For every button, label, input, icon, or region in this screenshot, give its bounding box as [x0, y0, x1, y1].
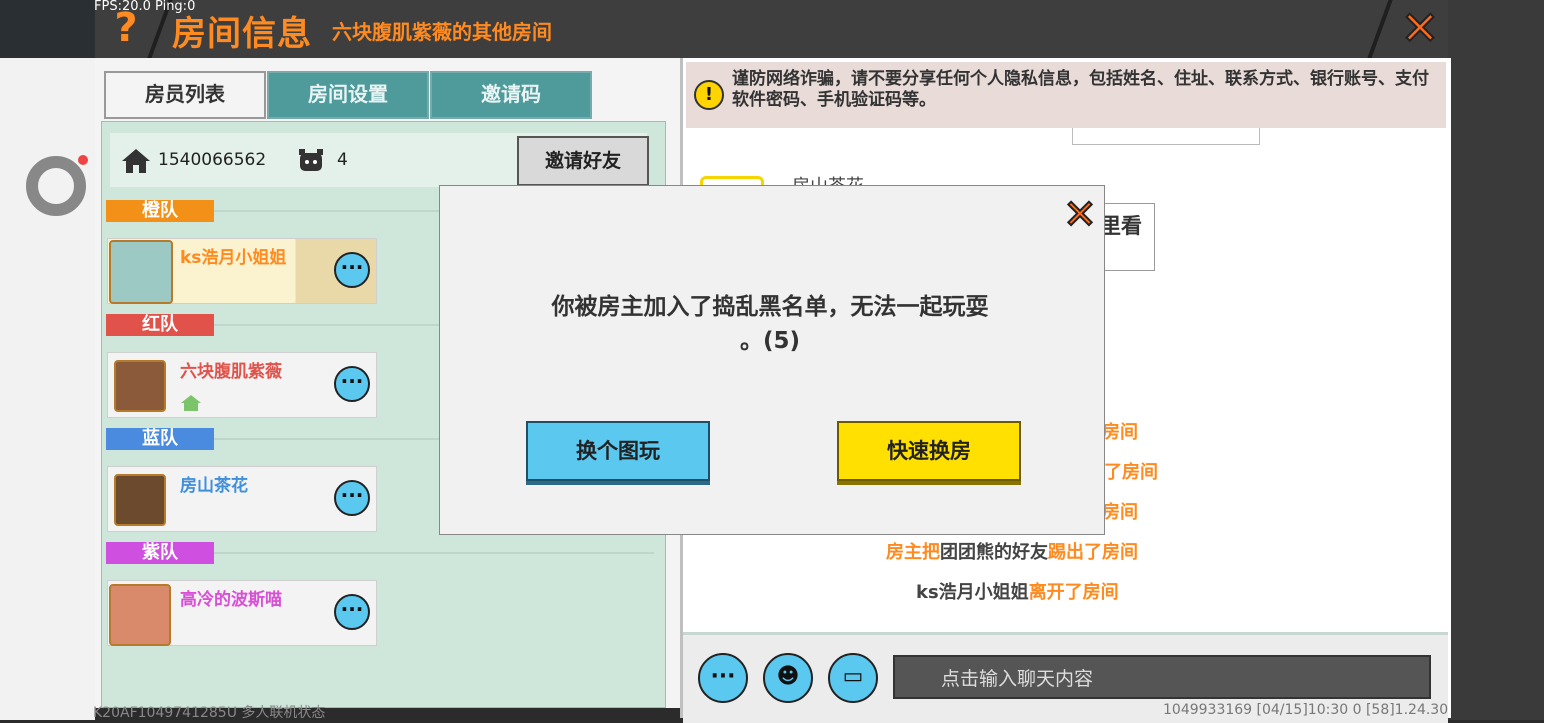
dialog-message: 你被房主加入了捣乱黑名单，无法一起玩耍 。(5): [470, 290, 1070, 358]
member-name: 六块腹肌紫薇: [180, 362, 282, 382]
other-rooms-link[interactable]: 六块腹肌紫薇的其他房间: [332, 16, 552, 45]
avatar: [114, 474, 166, 526]
close-icon[interactable]: ✕: [1398, 3, 1442, 53]
team-label-orange: 橙队: [106, 200, 214, 222]
chat-line: 房主把团团熊的好友踢出了房间: [886, 538, 1138, 564]
emoji-icon[interactable]: ☻: [763, 653, 813, 703]
more-icon[interactable]: ···: [698, 653, 748, 703]
dialog-message-line: 。(5): [739, 328, 801, 354]
device-status: K20AF1049741285U 多人联机状态: [93, 705, 326, 721]
chat-view-button[interactable]: 里看: [1100, 203, 1155, 271]
chat-text: 房主把: [886, 542, 940, 563]
chat-text: 团团熊的好友: [940, 542, 1048, 563]
more-options-icon[interactable]: ···: [334, 480, 370, 516]
change-map-button[interactable]: 换个图玩: [526, 421, 710, 481]
chat-text: 踢出了房间: [1048, 542, 1138, 563]
close-icon[interactable]: ✕: [1060, 194, 1100, 236]
chat-text: ks浩月小姐姐: [916, 582, 1029, 603]
room-id: 1540066562: [158, 150, 267, 170]
tab-invite-code[interactable]: 邀请码: [430, 71, 592, 119]
quick-change-room-button[interactable]: 快速换房: [837, 421, 1021, 481]
member-name: 高冷的波斯喵: [180, 590, 282, 610]
team-label-purple: 紫队: [106, 542, 214, 564]
chat-text: 离开了房间: [1028, 582, 1119, 603]
record-ring-icon[interactable]: [26, 156, 86, 216]
avatar: [114, 360, 166, 412]
more-options-icon[interactable]: ···: [334, 594, 370, 630]
chat-line: 了房间: [1104, 462, 1158, 483]
chat-bubble: [1072, 128, 1260, 145]
chat-line: 房间: [1102, 502, 1138, 523]
member-name: ks浩月小姐姐: [180, 248, 287, 268]
team-divider: [214, 552, 654, 554]
more-options-icon[interactable]: ···: [334, 252, 370, 288]
blacklist-dialog: [439, 185, 1105, 535]
card-icon[interactable]: ▭: [828, 653, 878, 703]
avatar: [109, 240, 173, 304]
tab-members[interactable]: 房员列表: [104, 71, 266, 119]
top-left-strip: [0, 0, 95, 58]
host-house-icon: [180, 394, 202, 416]
home-icon: [121, 148, 151, 178]
record-dot-icon: [78, 155, 88, 165]
player-icon: [297, 148, 325, 178]
member-name: 房山茶花: [180, 476, 248, 496]
player-count: 4: [337, 150, 348, 170]
chat-input[interactable]: 点击输入聊天内容: [893, 655, 1431, 699]
fps-readout: FPS:20.0 Ping:0: [94, 0, 196, 14]
warning-text: 谨防网络诈骗，请不要分享任何个人隐私信息，包括姓名、住址、联系方式、银行账号、支…: [732, 69, 1429, 110]
team-label-red: 红队: [106, 314, 214, 336]
warning-icon: !: [694, 80, 724, 110]
chat-line: 房间: [1102, 422, 1138, 443]
version-info: 1049933169 [04/15]10:30 0 [58]1.24.30: [1163, 702, 1449, 718]
right-margin: [1448, 0, 1544, 720]
tab-room-settings[interactable]: 房间设置: [267, 71, 429, 119]
invite-friend-button[interactable]: 邀请好友: [517, 136, 649, 186]
more-options-icon[interactable]: ···: [334, 366, 370, 402]
team-label-blue: 蓝队: [106, 428, 214, 450]
avatar: [109, 584, 171, 646]
dialog-message-line: 你被房主加入了捣乱黑名单，无法一起玩耍: [551, 294, 989, 320]
chat-line: ks浩月小姐姐离开了房间: [916, 578, 1119, 604]
